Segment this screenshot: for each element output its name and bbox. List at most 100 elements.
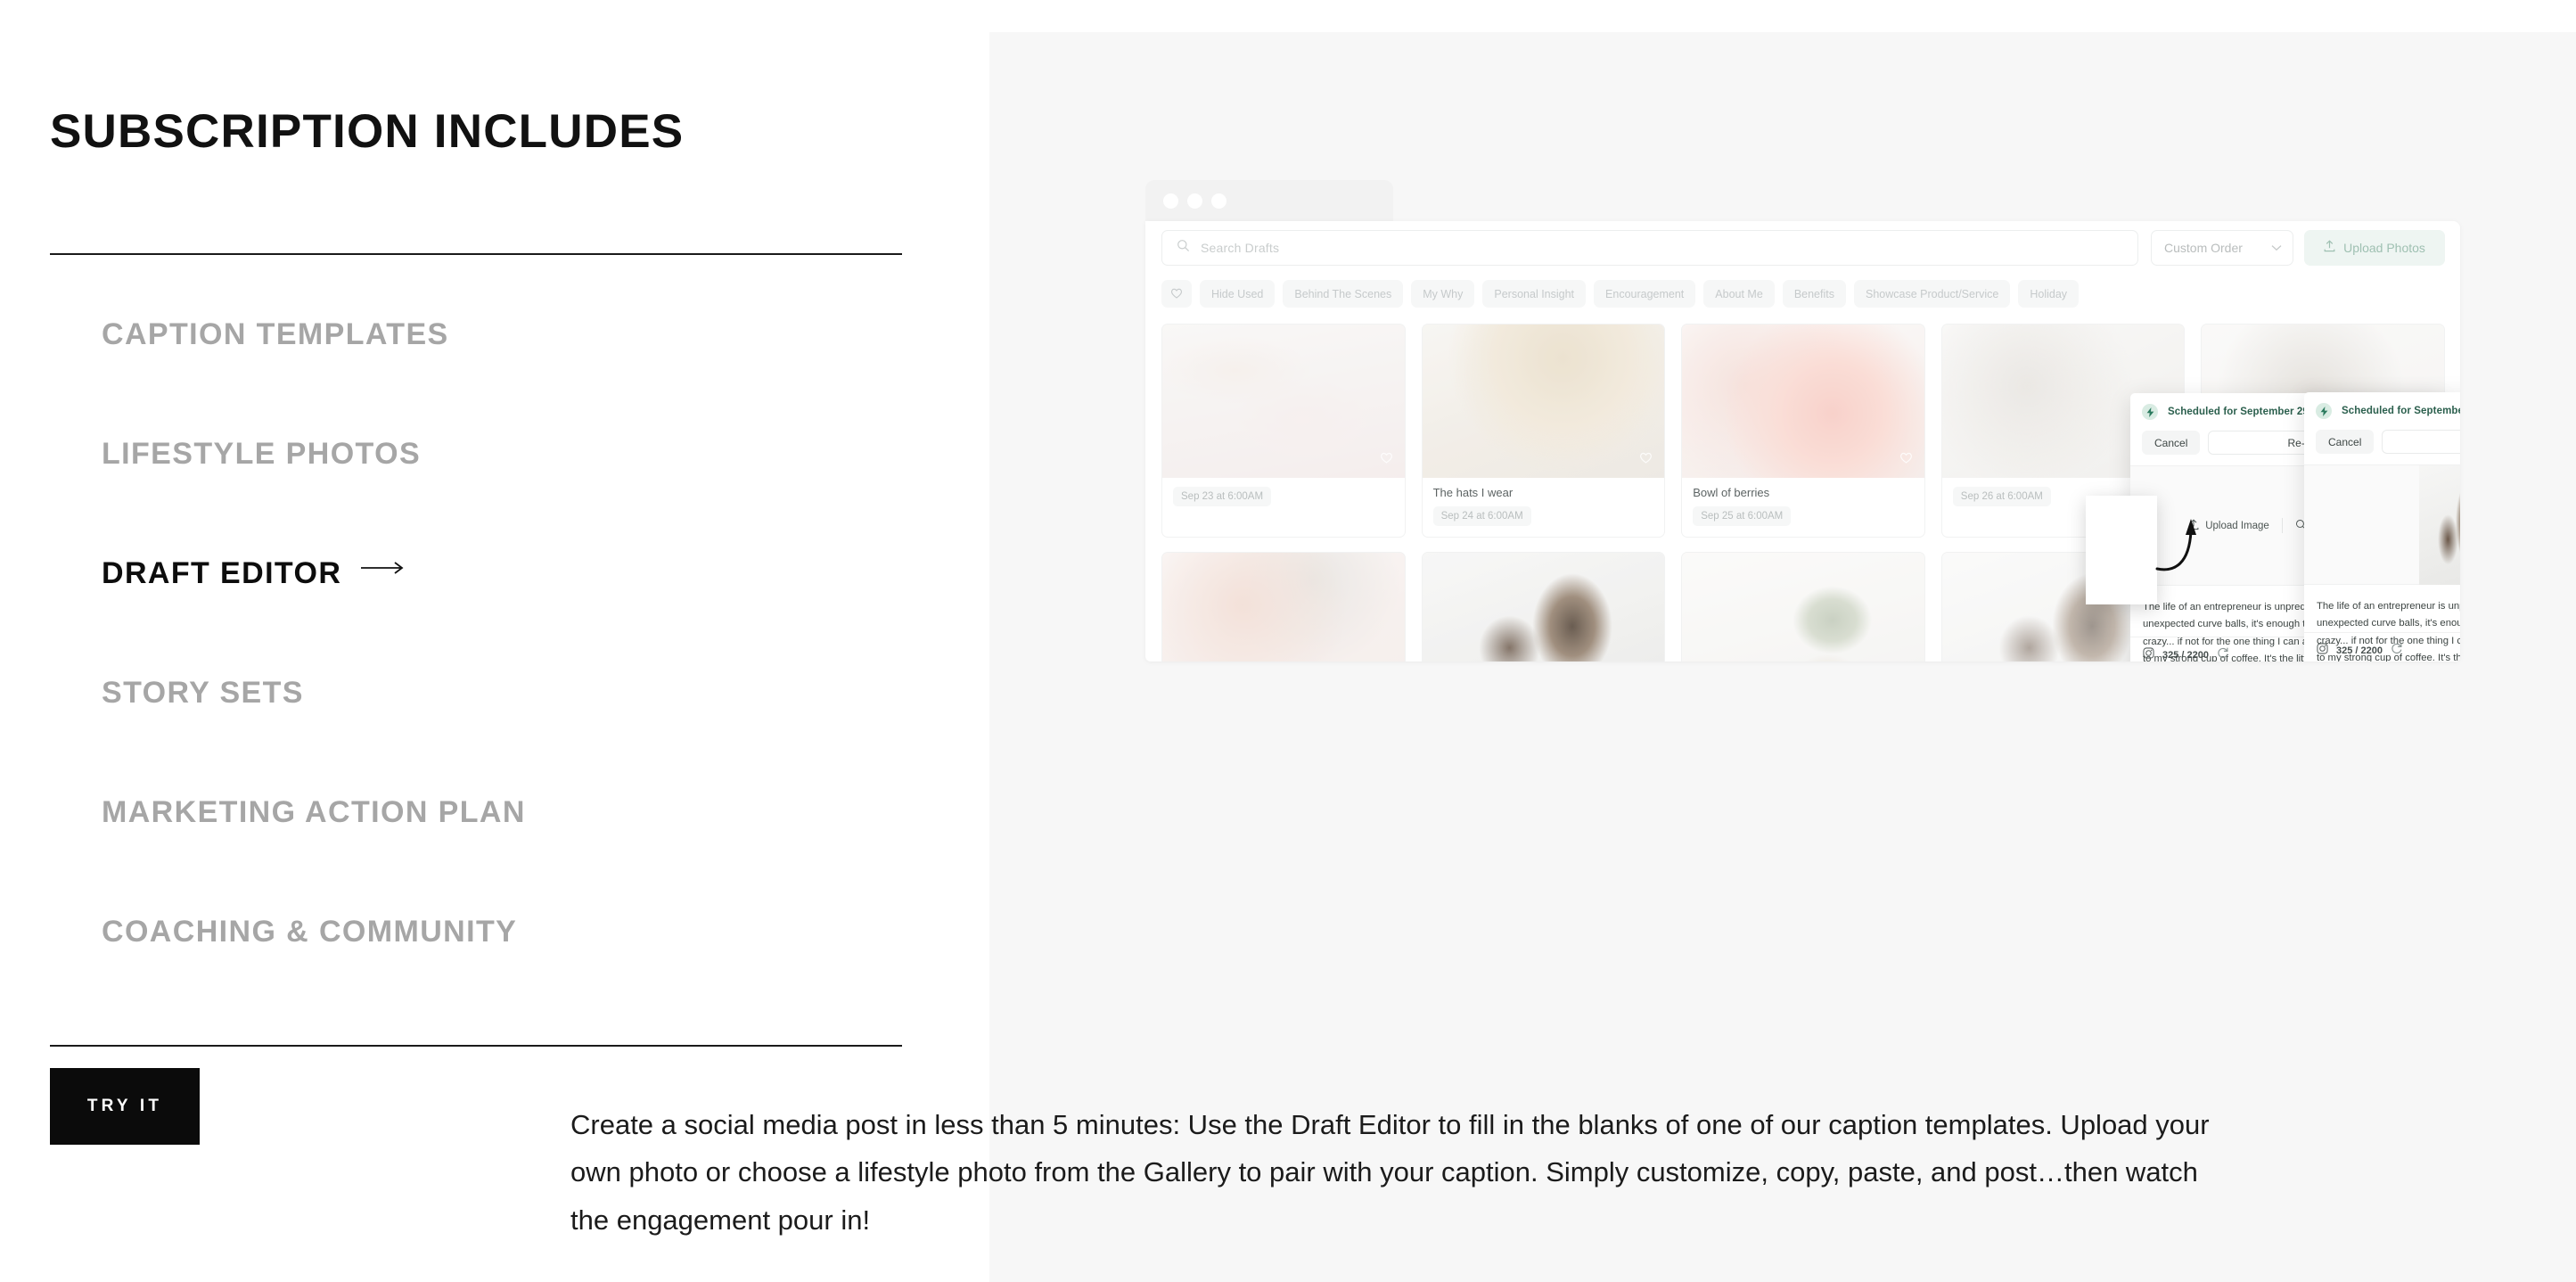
draft-thumbnail	[1162, 325, 1405, 478]
draft-card[interactable]: The hats I wear Sep 24 at 6:00AM	[1421, 324, 1666, 538]
feature-nav: CAPTION TEMPLATES LIFESTYLE PHOTOS DRAFT…	[0, 319, 989, 1036]
divider-top	[50, 253, 902, 255]
refresh-icon[interactable]	[2391, 642, 2403, 659]
nav-label: STORY SETS	[102, 676, 304, 710]
nav-label: LIFESTYLE PHOTOS	[102, 437, 422, 471]
upload-photos-label: Upload Photos	[2343, 241, 2425, 255]
chip-favorites[interactable]	[1161, 280, 1192, 308]
app-window: Search Drafts Custom Order Upload Photos…	[1145, 221, 2460, 662]
caption-meta-bar: 325 / 2200	[2304, 632, 2460, 662]
page-title: SUBSCRIPTION INCLUDES	[50, 105, 685, 158]
window-minimize-dot-icon	[1187, 193, 1202, 209]
nav-label: CAPTION TEMPLATES	[102, 317, 449, 351]
photo-wash	[1162, 325, 1405, 478]
search-drafts-input[interactable]: Search Drafts	[1161, 230, 2138, 266]
selected-photo	[2419, 464, 2460, 585]
filter-chips: Hide Used Behind The Scenes My Why Perso…	[1161, 280, 2080, 308]
draft-thumbnail	[1162, 553, 1405, 662]
draft-date: Sep 23 at 6:00AM	[1173, 487, 1272, 506]
photo-wash	[1162, 553, 1405, 662]
image-preview[interactable]	[2304, 464, 2460, 585]
app-toolbar: Search Drafts Custom Order Upload Photos	[1145, 230, 2460, 271]
upload-photos-button[interactable]: Upload Photos	[2304, 230, 2445, 266]
description-paragraph: Create a social media post in less than …	[570, 1109, 2210, 1236]
chip-hide-used[interactable]: Hide Used	[1200, 280, 1276, 308]
chip-benefits[interactable]: Benefits	[1782, 280, 1846, 308]
nav-item-story-sets[interactable]: STORY SETS	[0, 678, 989, 797]
character-count: 325 / 2200	[2336, 645, 2383, 656]
heart-icon[interactable]	[1899, 451, 1913, 468]
chip-encouragement[interactable]: Encouragement	[1594, 280, 1696, 308]
draft-meta: Bowl of berries Sep 25 at 6:00AM	[1682, 478, 1924, 537]
instagram-icon	[2317, 642, 2328, 659]
draft-card[interactable]: Sep 23 at 6:00AM	[1161, 324, 1406, 538]
right-panel: Search Drafts Custom Order Upload Photos…	[989, 32, 2576, 1282]
drag-arrow-icon	[2155, 514, 2211, 582]
chip-about-me[interactable]: About Me	[1703, 280, 1775, 308]
app-screenshot-mock: Search Drafts Custom Order Upload Photos…	[1145, 180, 2460, 662]
draft-card[interactable]: Cheers! Sep 28 at 6:00AM	[1161, 552, 1406, 662]
instagram-icon	[2143, 646, 2154, 662]
chip-behind-the-scenes[interactable]: Behind The Scenes	[1283, 280, 1404, 308]
nav-label: COACHING & COMMUNITY	[102, 915, 518, 949]
cancel-button[interactable]: Cancel	[2316, 430, 2375, 454]
draft-thumbnail	[1422, 553, 1665, 662]
divider	[2281, 518, 2283, 533]
page-root: SUBSCRIPTION INCLUDES CAPTION TEMPLATES …	[0, 0, 2576, 1282]
draft-date: Sep 24 at 6:00AM	[1432, 506, 1531, 527]
divider-bottom	[50, 1045, 902, 1047]
draft-editor-panel-after: Scheduled for September 29 at 6:00AM Can…	[2304, 392, 2460, 662]
left-panel: SUBSCRIPTION INCLUDES CAPTION TEMPLATES …	[0, 0, 989, 1282]
search-placeholder: Search Drafts	[1201, 241, 1280, 255]
chip-my-why[interactable]: My Why	[1411, 280, 1475, 308]
draft-date: Sep 26 at 6:00AM	[1952, 487, 2051, 506]
chip-holiday[interactable]: Holiday	[2018, 280, 2080, 308]
chevron-down-icon	[2271, 240, 2282, 256]
window-close-dot-icon	[1163, 193, 1178, 209]
photo-wash	[1682, 553, 1924, 662]
heart-icon[interactable]	[1380, 451, 1393, 468]
character-count: 325 / 2200	[2162, 649, 2209, 661]
reschedule-button[interactable]: Re-Schedule	[2382, 430, 2460, 454]
photo-wash	[1422, 553, 1665, 662]
nav-item-coaching-community[interactable]: COACHING & COMMUNITY	[0, 916, 989, 1036]
draft-card[interactable]: Bowl of berries Sep 25 at 6:00AM	[1681, 324, 1925, 538]
chip-showcase-product-service[interactable]: Showcase Product/Service	[1853, 280, 2011, 308]
draft-thumbnail	[1682, 325, 1924, 478]
heart-icon	[1170, 287, 1183, 301]
upload-image-label: Upload Image	[2205, 520, 2269, 531]
browser-chrome	[1145, 180, 1393, 221]
character-count-group: 325 / 2200	[2317, 642, 2403, 659]
upload-icon	[2324, 239, 2335, 257]
custom-order-select[interactable]: Custom Order	[2151, 230, 2293, 266]
draft-date: Sep 25 at 6:00AM	[1693, 506, 1792, 527]
dragged-photo-thumbnail[interactable]	[2086, 496, 2157, 604]
lightning-bolt-icon	[2142, 404, 2158, 420]
nav-label: DRAFT EDITOR	[102, 556, 342, 590]
try-it-label: TRY IT	[86, 1097, 163, 1115]
nav-item-lifestyle-photos[interactable]: LIFESTYLE PHOTOS	[0, 439, 989, 558]
draft-card[interactable]: Shoutout to coffee! Sep 29 at 6:00AM	[1421, 552, 1666, 662]
nav-item-marketing-action-plan[interactable]: MARKETING ACTION PLAN	[0, 797, 989, 916]
cancel-button[interactable]: Cancel	[2142, 431, 2201, 455]
try-it-button[interactable]: TRY IT	[50, 1068, 200, 1145]
nav-item-caption-templates[interactable]: CAPTION TEMPLATES	[0, 319, 989, 439]
schedule-text: Scheduled for September 29 at 6:00AM	[2342, 406, 2460, 416]
draft-card[interactable]: Grow where you're planted Sep 30 at 6:00…	[1681, 552, 1925, 662]
draft-meta: The hats I wear Sep 24 at 6:00AM	[1423, 478, 1665, 537]
schedule-status: Scheduled for September 29 at 6:00AM	[2316, 403, 2460, 419]
heart-icon[interactable]	[1639, 451, 1653, 468]
refresh-icon[interactable]	[2217, 646, 2229, 662]
schedule-bar: Scheduled for September 29 at 6:00AM Can…	[2304, 392, 2460, 465]
photo-wash	[1682, 325, 1924, 478]
custom-order-value: Custom Order	[2164, 241, 2243, 255]
nav-label: MARKETING ACTION PLAN	[102, 795, 526, 829]
draft-title: Bowl of berries	[1693, 486, 1770, 499]
nav-item-draft-editor[interactable]: DRAFT EDITOR	[0, 558, 989, 678]
draft-title: The hats I wear	[1432, 486, 1514, 499]
chip-personal-insight[interactable]: Personal Insight	[1482, 280, 1587, 308]
character-count-group: 325 / 2200	[2143, 646, 2229, 662]
draft-meta: Sep 23 at 6:00AM	[1162, 478, 1405, 517]
schedule-actions: Cancel Re-Schedule	[2316, 430, 2460, 454]
arrow-right-icon	[361, 560, 407, 576]
